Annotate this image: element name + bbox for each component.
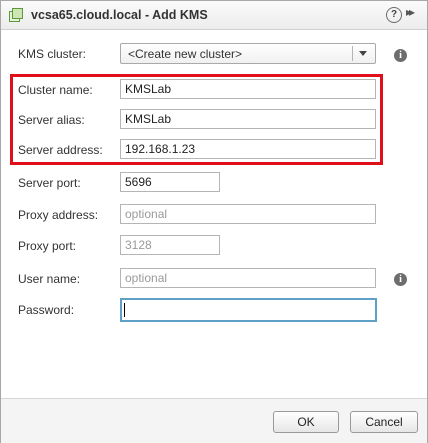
password-label: Password: xyxy=(18,303,75,317)
password-input[interactable] xyxy=(120,298,377,322)
server-port-label: Server port: xyxy=(18,176,81,190)
proxy-port-input[interactable]: 3128 xyxy=(120,235,220,255)
kms-cluster-selected-value: <Create new cluster> xyxy=(128,47,243,61)
proxy-address-input[interactable]: optional xyxy=(120,204,376,224)
server-alias-label: Server alias: xyxy=(18,113,85,127)
kms-cluster-label: KMS cluster: xyxy=(18,47,87,61)
expand-icon[interactable]: ▸▸ xyxy=(406,5,415,19)
kms-cluster-select[interactable]: <Create new cluster> xyxy=(120,43,376,64)
cluster-name-label: Cluster name: xyxy=(18,83,93,97)
vsphere-app-icon xyxy=(9,8,23,22)
proxy-port-label: Proxy port: xyxy=(18,239,77,253)
user-name-input[interactable]: optional xyxy=(120,268,376,288)
select-divider xyxy=(352,46,353,61)
user-name-label: User name: xyxy=(18,272,81,286)
server-port-input[interactable]: 5696 xyxy=(120,172,220,192)
user-name-info-icon[interactable]: i xyxy=(394,273,407,286)
kms-cluster-info-icon[interactable]: i xyxy=(394,49,407,62)
ok-button[interactable]: OK xyxy=(273,411,339,433)
proxy-address-label: Proxy address: xyxy=(18,208,99,222)
title-bar: vcsa65.cloud.local - Add KMS ? ▸▸ xyxy=(1,1,427,30)
help-icon[interactable]: ? xyxy=(386,7,402,23)
dialog-title: vcsa65.cloud.local - Add KMS xyxy=(31,8,208,22)
cancel-button[interactable]: Cancel xyxy=(350,411,418,433)
add-kms-dialog: vcsa65.cloud.local - Add KMS ? ▸▸ KMS cl… xyxy=(0,0,428,443)
chevron-down-icon[interactable] xyxy=(359,51,367,56)
cluster-name-input[interactable]: KMSLab xyxy=(120,79,376,99)
dialog-footer: OK Cancel xyxy=(1,398,427,443)
text-cursor xyxy=(124,303,125,317)
server-address-input[interactable]: 192.168.1.23 xyxy=(120,139,376,159)
server-address-label: Server address: xyxy=(18,143,103,157)
server-alias-input[interactable]: KMSLab xyxy=(120,109,376,129)
